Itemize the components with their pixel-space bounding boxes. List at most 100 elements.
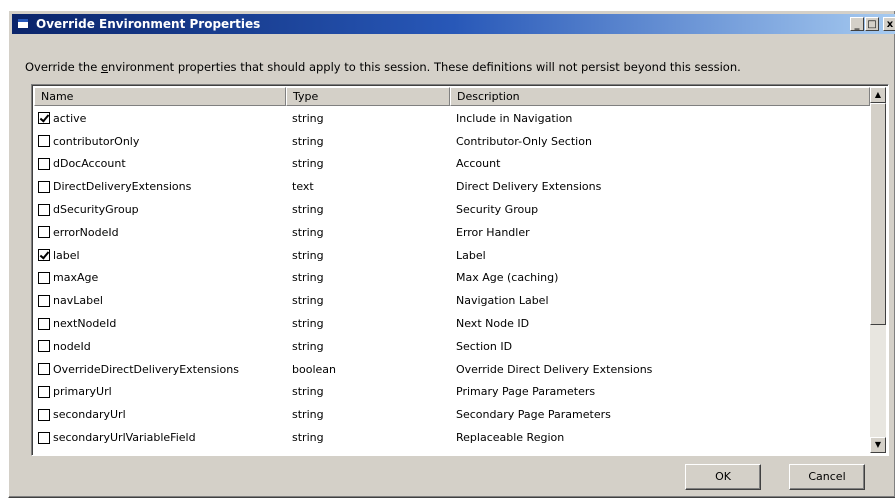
row-checkbox[interactable]	[38, 385, 50, 398]
property-type: string	[292, 248, 324, 262]
property-description: Primary Page Parameters	[456, 385, 596, 399]
row-checkbox[interactable]	[38, 294, 50, 307]
property-description: Account	[456, 157, 501, 171]
row-checkbox[interactable]	[38, 135, 50, 148]
property-description: Security Group	[456, 203, 539, 217]
property-name: dDocAccount	[53, 157, 126, 171]
cell-name: active	[34, 112, 286, 125]
property-name: nextNodeId	[53, 317, 117, 331]
scroll-down-button[interactable]: ▼	[870, 437, 886, 453]
property-description: Override Direct Delivery Extensions	[456, 362, 653, 376]
property-type: string	[292, 134, 324, 148]
cell-name: navLabel	[34, 294, 286, 307]
cell-name: nodeId	[34, 340, 286, 353]
table-row[interactable]: errorNodeId string Error Handler	[34, 221, 870, 244]
cell-name: nextNodeId	[34, 317, 286, 330]
cell-name: dSecurityGroup	[34, 203, 286, 216]
table-row[interactable]: navLabel string Navigation Label	[34, 289, 870, 312]
row-checkbox[interactable]	[38, 226, 50, 239]
table-row[interactable]: OverrideDirectDeliveryExtensions boolean O…	[34, 358, 870, 381]
property-type: string	[292, 317, 324, 331]
minimize-button[interactable]: _	[850, 17, 864, 31]
scroll-up-button[interactable]: ▲	[870, 87, 886, 103]
column-header-description[interactable]: Description	[450, 87, 870, 106]
property-name: DirectDeliveryExtensions	[53, 180, 192, 194]
property-name: dSecurityGroup	[53, 203, 139, 217]
property-name: contributorOnly	[53, 134, 140, 148]
close-button[interactable]: x	[883, 17, 895, 31]
row-checkbox[interactable]	[38, 408, 50, 421]
cell-name: contributorOnly	[34, 135, 286, 148]
cell-name: OverrideDirectDeliveryExtensions	[34, 363, 286, 376]
property-type: string	[292, 111, 324, 125]
table-row[interactable]: nextNodeId string Next Node ID	[34, 312, 870, 335]
property-description: Label	[456, 248, 486, 262]
property-type: string	[292, 408, 324, 422]
override-environment-properties-dialog: Override Environment Properties _ □ x Ov…	[8, 10, 895, 498]
property-name: navLabel	[53, 294, 103, 308]
cell-name: secondaryUrl	[34, 408, 286, 421]
property-name: label	[53, 248, 80, 262]
row-checkbox[interactable]	[38, 203, 50, 216]
property-name: OverrideDirectDeliveryExtensions	[53, 362, 239, 376]
property-description: Error Handler	[456, 225, 530, 239]
maximize-button[interactable]: □	[865, 17, 879, 31]
table-row[interactable]: secondaryUrl string Secondary Page Paramet…	[34, 403, 870, 426]
row-checkbox[interactable]	[38, 112, 50, 125]
window-title: Override Environment Properties	[36, 17, 261, 31]
cell-name: DirectDeliveryExtensions	[34, 180, 286, 193]
property-type: boolean	[292, 362, 336, 376]
window-icon	[17, 18, 29, 29]
property-name: primaryUrl	[53, 385, 112, 399]
property-type: string	[292, 431, 324, 445]
property-type: string	[292, 271, 324, 285]
property-name: nodeId	[53, 339, 91, 353]
table-row[interactable]: dDocAccount string Account	[34, 153, 870, 176]
property-description: Max Age (caching)	[456, 271, 559, 285]
table-body: active string Include in Navigation contrib…	[34, 107, 870, 449]
column-header-type[interactable]: Type	[286, 87, 450, 106]
title-bar[interactable]: Override Environment Properties _ □ x	[12, 14, 895, 34]
column-header-name[interactable]: Name	[34, 87, 286, 106]
table-row[interactable]: DirectDeliveryExtensions text Direct Deliv…	[34, 175, 870, 198]
property-type: string	[292, 157, 324, 171]
table-row[interactable]: label string Label	[34, 244, 870, 267]
table-row[interactable]: secondaryUrlVariableField string Replaceab…	[34, 426, 870, 449]
ok-button[interactable]: OK	[685, 464, 761, 490]
table-row[interactable]: primaryUrl string Primary Page Parameters	[34, 381, 870, 404]
cancel-button[interactable]: Cancel	[789, 464, 865, 490]
row-checkbox[interactable]	[38, 340, 50, 353]
property-description: Replaceable Region	[456, 431, 565, 445]
property-description: Secondary Page Parameters	[456, 408, 611, 422]
property-description: Section ID	[456, 339, 513, 353]
table-row[interactable]: active string Include in Navigation	[34, 107, 870, 130]
properties-table: Name Type Description active string Includ…	[31, 84, 889, 456]
row-checkbox[interactable]	[38, 180, 50, 193]
property-description: Contributor-Only Section	[456, 134, 592, 148]
property-name: secondaryUrl	[53, 408, 126, 422]
table-row[interactable]: dSecurityGroup string Security Group	[34, 198, 870, 221]
property-type: string	[292, 339, 324, 353]
row-checkbox[interactable]	[38, 363, 50, 376]
table-row[interactable]: nodeId string Section ID	[34, 335, 870, 358]
cell-name: maxAge	[34, 271, 286, 284]
row-checkbox[interactable]	[38, 271, 50, 284]
row-checkbox[interactable]	[38, 249, 50, 262]
property-name: secondaryUrlVariableField	[53, 431, 196, 445]
cell-name: errorNodeId	[34, 226, 286, 239]
scrollbar-thumb[interactable]	[870, 103, 886, 325]
cell-name: dDocAccount	[34, 157, 286, 170]
property-type: string	[292, 294, 324, 308]
cell-name: secondaryUrlVariableField	[34, 431, 286, 444]
property-name: errorNodeId	[53, 225, 119, 239]
property-type: text	[292, 180, 314, 194]
row-checkbox[interactable]	[38, 431, 50, 444]
property-type: string	[292, 385, 324, 399]
table-row[interactable]: contributorOnly string Contributor-Only Se…	[34, 130, 870, 153]
property-description: Next Node ID	[456, 317, 530, 331]
vertical-scrollbar[interactable]: ▲ ▼	[870, 87, 886, 453]
row-checkbox[interactable]	[38, 317, 50, 330]
property-name: active	[53, 111, 87, 125]
row-checkbox[interactable]	[38, 157, 50, 170]
table-row[interactable]: maxAge string Max Age (caching)	[34, 267, 870, 290]
